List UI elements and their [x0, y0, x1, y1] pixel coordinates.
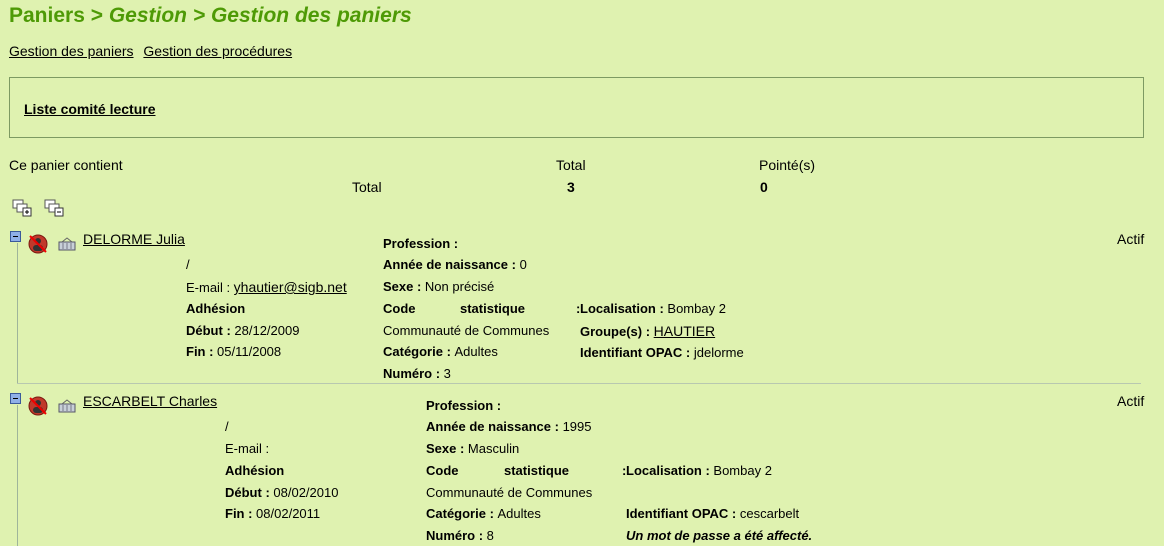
summary-total-header: Total: [556, 157, 586, 173]
tree-line: [17, 243, 18, 383]
reader-email-link[interactable]: yhautier@sigb.net: [234, 279, 347, 295]
code-value: Communauté de Communes: [383, 323, 550, 338]
summary-pointed-header: Pointé(s): [759, 157, 816, 173]
breadcrumb-paniers: Paniers >: [9, 4, 109, 27]
groupe-link[interactable]: HAUTIER: [654, 323, 715, 339]
reader-email-row: E-mail :: [225, 441, 270, 456]
sexe-row: Sexe : Masculin: [426, 441, 520, 456]
adhesion-label: Adhésion: [225, 463, 285, 478]
sexe-row: Sexe : Non précisé: [383, 279, 495, 294]
code-label-2: statistique: [460, 301, 526, 316]
summary-contains-label: Ce panier contient: [9, 157, 123, 173]
reader-name-link[interactable]: DELORME Julia: [83, 231, 185, 247]
numero-row: Numéro : 3: [383, 366, 451, 381]
row-divider: [17, 383, 1141, 384]
basket-icon[interactable]: [58, 399, 76, 413]
summary-row-label: Total: [352, 179, 382, 195]
opac-row: Identifiant OPAC : jdelorme: [580, 345, 744, 360]
categorie-row: Catégorie : Adultes: [383, 344, 498, 359]
code-label-1: Code: [383, 301, 416, 316]
sub-tabs: Gestion des paniers Gestion des procédur…: [9, 43, 298, 59]
adhesion-label: Adhésion: [186, 301, 246, 316]
expand-all-icon[interactable]: [12, 199, 32, 217]
localisation-row: Localisation : Bombay 2: [580, 301, 726, 316]
annee-row: Année de naissance : 0: [383, 257, 527, 272]
reader-name-link[interactable]: ESCARBELT Charles: [83, 393, 217, 409]
profession-label: Profession :: [383, 236, 459, 251]
tree-line: [17, 405, 18, 546]
groupe-row: Groupe(s) : HAUTIER: [580, 323, 716, 339]
blocked-reader-icon[interactable]: [27, 395, 49, 417]
opac-row: Identifiant OPAC : cescarbelt: [626, 506, 800, 521]
reader-address: /: [225, 419, 229, 434]
breadcrumb-gestion: Gestion: [108, 4, 187, 27]
localisation-row: Localisation : Bombay 2: [626, 463, 772, 478]
page-title: Paniers > Gestion > Gestion des paniers: [9, 4, 412, 27]
collapse-all-icon[interactable]: [44, 199, 64, 217]
annee-row: Année de naissance : 1995: [426, 419, 592, 434]
basket-name-link[interactable]: Liste comité lecture: [24, 101, 156, 117]
code-label-1: Code: [426, 463, 459, 478]
blocked-reader-icon[interactable]: [27, 233, 49, 255]
reader-email-row: E-mail : yhautier@sigb.net: [186, 279, 347, 295]
profession-label: Profession :: [426, 398, 502, 413]
categorie-row: Catégorie : Adultes: [426, 506, 541, 521]
fin-row: Fin : 05/11/2008: [186, 344, 282, 359]
reader-address: /: [186, 257, 190, 272]
fin-row: Fin : 08/02/2011: [225, 506, 321, 521]
code-label-2: statistique: [504, 463, 570, 478]
numero-row: Numéro : 8: [426, 528, 494, 543]
reader-status: Actif: [1117, 393, 1145, 409]
breadcrumb-gestion-paniers: Gestion des paniers: [210, 4, 412, 27]
tab-gestion-procedures[interactable]: Gestion des procédures: [143, 43, 292, 59]
debut-row: Début : 08/02/2010: [225, 485, 339, 500]
code-value: Communauté de Communes: [426, 485, 593, 500]
summary-total-value: 3: [567, 179, 575, 195]
reader-status: Actif: [1117, 231, 1145, 247]
summary-pointed-value: 0: [760, 179, 768, 195]
basket-header-box: Liste comité lecture: [9, 77, 1144, 138]
collapse-reader-2-toggle[interactable]: [10, 393, 21, 404]
collapse-reader-1-toggle[interactable]: [10, 231, 21, 242]
tab-gestion-paniers[interactable]: Gestion des paniers: [9, 43, 134, 59]
basket-icon[interactable]: [58, 237, 76, 251]
password-note: Un mot de passe a été affecté.: [626, 528, 813, 543]
debut-row: Début : 28/12/2009: [186, 323, 300, 338]
